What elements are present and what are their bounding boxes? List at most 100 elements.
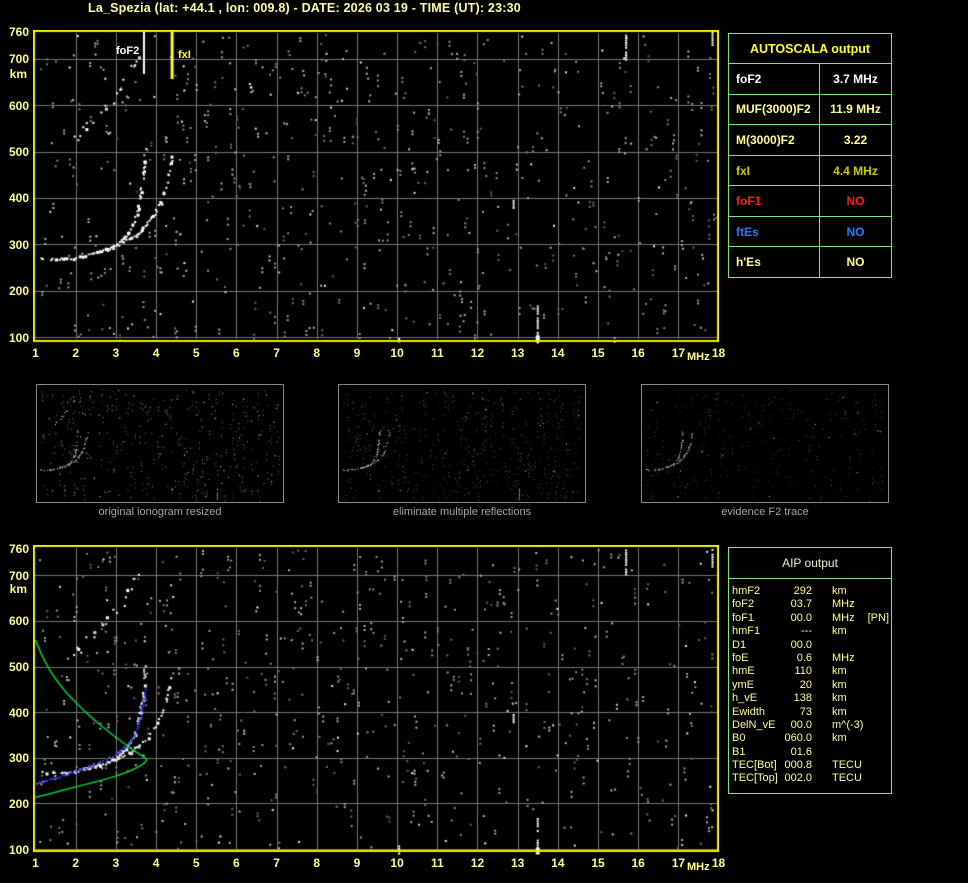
aip-cell: 110 [794,665,812,678]
aip-cell: hmF2 [732,585,761,597]
autoscala-row: foF1 NO [729,185,891,216]
y-tick-label: 700 [8,52,29,67]
x-tick-label: 1 [32,346,39,360]
aip-row: B0 060.0 km [732,732,891,745]
autoscala-row-label: foF1 [729,186,820,216]
aip-cell: km [832,732,847,745]
aip-row: hmE 110 km [732,665,891,678]
x-tick-label: 14 [551,346,565,360]
y-tick-label: 400 [8,705,29,720]
aip-cell: --- [801,625,812,638]
y-axis-unit-label: km [9,67,27,81]
aip-row: hmF1 --- km [732,625,891,638]
autoscala-row: MUF(3000)F2 11.9 MHz [729,93,891,125]
aip-row: DelN_vE 00.0 m^(-3) [732,719,891,732]
x-tick-label: 13 [510,856,525,870]
x-tick-label: 15 [591,856,605,870]
autoscala-row-label: ftEs [729,216,820,247]
aip-cell: foF1 [732,611,755,624]
aip-cell: DelN_vE [732,718,776,731]
aip-cell: 00.0 [790,638,812,651]
bottom-ionogram-plot [33,545,719,855]
autoscala-rows: foF2 3.7 MHz MUF(3000)F2 11.9 MHz M(3000)F2 3… [729,64,891,278]
aip-cell: 000.8 [784,759,812,772]
thumbnail-evidence-caption: evidence F2 trace [721,506,809,518]
x-tick-label: 4 [152,346,160,360]
aip-row: D1 00.0 [732,639,891,652]
aip-cell: m^(-3) [832,718,864,731]
aip-header: AIP output [729,548,891,579]
x-tick-label: 5 [192,856,200,870]
x-axis-unit-label: MHz [687,861,710,873]
x-tick-label: 3 [112,856,120,870]
aip-cell: km [832,585,847,597]
aip-row: hmF2 292 km [732,585,891,598]
autoscala-row-label: MUF(3000)F2 [729,94,820,125]
aip-row: h_vE 138 km [732,692,891,705]
autoscala-table: AUTOSCALA output foF2 3.7 MHz MUF(3000)F2 1… [728,33,892,278]
y-tick-label: 300 [8,751,29,766]
thumbnail-original-ionogram [36,384,284,503]
aip-cell: D1 [732,638,747,651]
aip-cell: Ewidth [732,705,766,718]
aip-cell: km [832,692,847,705]
aip-cell: 0.6 [796,651,812,664]
aip-row: TEC[Bot] 000.8 TECU [732,759,891,772]
aip-cell: 20 [799,678,812,691]
autoscala-row-label: foF2 [729,64,820,94]
x-tick-label: 7 [273,856,280,870]
thumbnail-eliminate-reflections [338,384,586,503]
x-tick-label: 15 [591,346,605,360]
x-tick-label: 6 [233,856,240,870]
x-tick-label: 9 [353,856,361,870]
thumbnail-original-canvas [37,385,283,502]
bottom-ionogram-canvas [33,545,719,855]
autoscala-row: ftEs NO [729,215,891,247]
aip-cell [812,746,891,759]
aip-cell: km [832,665,847,678]
y-axis-unit-label: km [9,582,27,596]
aip-cell: TEC[Top] [732,772,778,785]
thumbnail-evidence-canvas [642,385,888,502]
aip-cell: 03.7 [790,598,812,611]
autoscala-row-value: NO [846,224,865,239]
y-tick-label: 500 [8,660,29,675]
aip-row: Ewidth 73 km [732,706,891,719]
page-title: La_Spezia (lat: +44.1 , lon: 009.8) - DA… [88,1,521,15]
x-tick-label: 2 [72,346,80,360]
y-tick-label: 600 [8,98,29,113]
autoscala-row-value: NO [846,255,865,270]
aip-table: AIP output hmF2 292 km foF2 03.7 MHz foF1 00.0 M… [728,547,892,794]
aip-cell: TEC[Bot] [732,759,777,772]
aip-cell: 00.0 [790,611,812,624]
x-tick-label: 11 [430,856,444,870]
y-tick-label: 500 [8,145,29,160]
aip-cell: h_vE [732,692,758,705]
thumbnail-original-caption: original ionogram resized [98,506,222,518]
autoscala-row-value: 3.7 MHz [833,71,878,86]
x-tick-label: 16 [631,856,645,870]
autoscala-row-label: h'Es [729,247,820,278]
aip-cell: km [832,705,847,718]
ionogram-screen: La_Spezia (lat: +44.1 , lon: 009.8) - DA… [0,0,968,883]
aip-note: [PN] [867,611,890,624]
x-tick-label: 13 [510,346,525,360]
y-tick-label: 100 [8,842,29,857]
y-tick-label: 400 [8,191,29,206]
autoscala-row-label: fxI [729,155,820,186]
aip-cell: 01.6 [790,745,812,758]
aip-row: foF2 03.7 MHz [732,598,891,611]
x-tick-label: 5 [192,346,200,360]
x-tick-label: 12 [470,856,485,870]
y-tick-label: 200 [8,284,29,299]
aip-cell: foE [732,651,749,664]
aip-cell: MHz [PN] [832,611,890,624]
y-tick-label: 700 [8,568,29,583]
aip-row: foF1 00.0 MHz [PN] [732,612,891,625]
aip-cell: B0 [732,732,746,745]
aip-cell: B1 [732,745,746,758]
top-ionogram-canvas [33,30,719,344]
x-tick-label: 7 [273,346,280,360]
aip-cell: km [832,678,847,691]
y-tick-label: 760 [8,24,29,39]
